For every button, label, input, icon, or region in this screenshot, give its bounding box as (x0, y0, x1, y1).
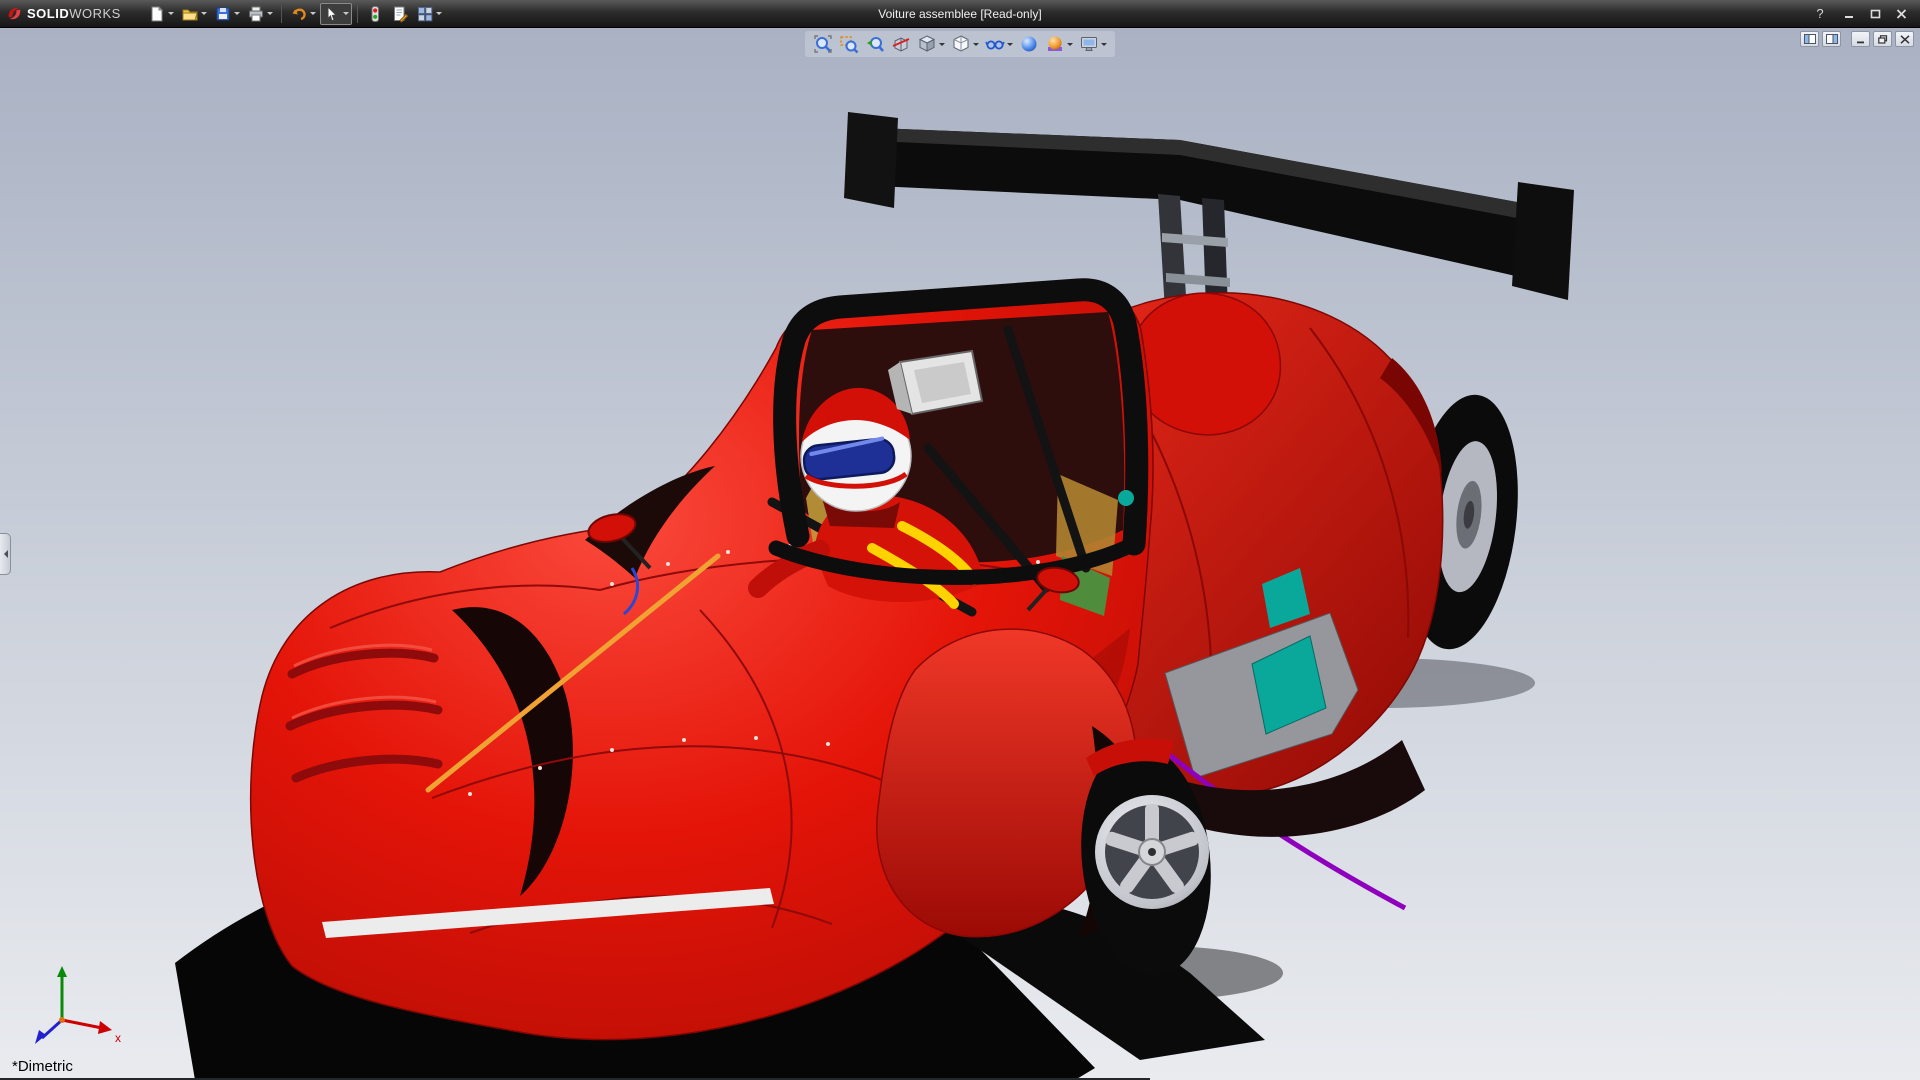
race-car-model[interactable] (0, 28, 1920, 1080)
dropdown-arrow-icon[interactable] (1101, 43, 1107, 49)
new-document-icon (148, 5, 166, 23)
view-orientation-label: *Dimetric (12, 1058, 73, 1075)
print-button[interactable] (244, 3, 276, 25)
solidworks-window: SOLIDWORKS (0, 0, 1920, 1080)
document-title: Voiture assemblee [Read-only] (878, 7, 1041, 21)
previous-view-button[interactable] (863, 32, 887, 56)
ds-logo-icon (6, 5, 23, 22)
dropdown-arrow-icon[interactable] (973, 43, 979, 49)
close-doc-button[interactable] (1895, 31, 1914, 47)
titlebar: SOLIDWORKS (0, 0, 1920, 28)
chevron-left-icon (0, 550, 8, 558)
undo-arrow-icon (290, 5, 308, 23)
rebuild-button[interactable] (363, 3, 387, 25)
options-grid-icon (416, 5, 434, 23)
apply-scene-button[interactable] (1043, 32, 1075, 56)
printer-icon (247, 5, 265, 23)
dropdown-arrow-icon[interactable] (168, 12, 174, 18)
edit-appearance-button[interactable] (1017, 32, 1041, 56)
dropdown-arrow-icon[interactable] (343, 12, 349, 18)
select-cursor-icon (323, 5, 341, 23)
collapse-panel-tab[interactable] (0, 533, 11, 575)
brand-text: SOLIDWORKS (27, 6, 121, 21)
zoom-to-area-icon (839, 34, 859, 54)
titlebar-right: ? (1812, 6, 1920, 22)
feature-pane-button[interactable] (1800, 31, 1819, 47)
restore-doc-button[interactable] (1873, 31, 1892, 47)
section-view-icon (891, 34, 911, 54)
display-pane-icon (1826, 34, 1838, 44)
open-folder-icon (181, 5, 199, 23)
dropdown-arrow-icon[interactable] (234, 12, 240, 18)
cockpit[interactable] (758, 290, 1137, 616)
eyeglasses-icon (985, 34, 1005, 54)
view-settings-monitor-icon (1079, 34, 1099, 54)
save-floppy-icon (214, 5, 232, 23)
dropdown-arrow-icon[interactable] (267, 12, 273, 18)
select-tool-button[interactable] (320, 3, 352, 25)
window-controls (1840, 6, 1910, 22)
minimize-icon (1844, 9, 1855, 19)
dropdown-arrow-icon[interactable] (939, 43, 945, 49)
view-orientation-cube-icon (917, 34, 937, 54)
view-settings-button[interactable] (1077, 32, 1109, 56)
dropdown-arrow-icon[interactable] (436, 12, 442, 18)
display-style-button[interactable] (949, 32, 981, 56)
open-document-button[interactable] (178, 3, 210, 25)
previous-view-icon (865, 34, 885, 54)
file-properties-button[interactable] (388, 3, 412, 25)
feature-pane-icon (1804, 34, 1816, 44)
y-axis-arrow (57, 966, 67, 977)
scene-sphere-icon (1045, 34, 1065, 54)
dropdown-arrow-icon[interactable] (1007, 43, 1013, 49)
dropdown-arrow-icon[interactable] (310, 12, 316, 18)
zoom-to-fit-icon (813, 34, 833, 54)
minimize-doc-icon (1856, 35, 1866, 44)
document-window-controls (1800, 31, 1914, 47)
toolbar-separator (281, 5, 282, 23)
close-icon (1896, 9, 1907, 19)
zoom-to-area-button[interactable] (837, 32, 861, 56)
minimize-button[interactable] (1840, 6, 1858, 22)
maximize-icon (1870, 9, 1881, 19)
standard-toolbar (145, 3, 445, 25)
save-button[interactable] (211, 3, 243, 25)
restore-doc-icon (1878, 35, 1888, 44)
display-style-icon (951, 34, 971, 54)
x-axis-label: x (115, 1031, 121, 1045)
file-properties-icon (391, 5, 409, 23)
dropdown-arrow-icon[interactable] (201, 12, 207, 18)
display-pane-button[interactable] (1822, 31, 1841, 47)
solidworks-logo: SOLIDWORKS (0, 5, 131, 22)
orientation-triad[interactable]: x (16, 962, 126, 1054)
help-button[interactable]: ? (1812, 6, 1828, 21)
dropdown-arrow-icon[interactable] (1067, 43, 1073, 49)
view-orientation-button[interactable] (915, 32, 947, 56)
zoom-to-fit-button[interactable] (811, 32, 835, 56)
toolbar-separator (357, 5, 358, 23)
maximize-button[interactable] (1866, 6, 1884, 22)
appearance-sphere-icon (1019, 34, 1039, 54)
rebuild-traffic-light-icon (366, 5, 384, 23)
close-doc-icon (1900, 35, 1910, 44)
close-button[interactable] (1892, 6, 1910, 22)
headsup-view-toolbar (805, 31, 1115, 57)
graphics-viewport[interactable]: x *Dimetric (0, 28, 1920, 1080)
minimize-doc-button[interactable] (1851, 31, 1870, 47)
x-axis-arrow (98, 1021, 112, 1034)
new-document-button[interactable] (145, 3, 177, 25)
section-view-button[interactable] (889, 32, 913, 56)
undo-button[interactable] (287, 3, 319, 25)
hide-show-items-button[interactable] (983, 32, 1015, 56)
options-button[interactable] (413, 3, 445, 25)
